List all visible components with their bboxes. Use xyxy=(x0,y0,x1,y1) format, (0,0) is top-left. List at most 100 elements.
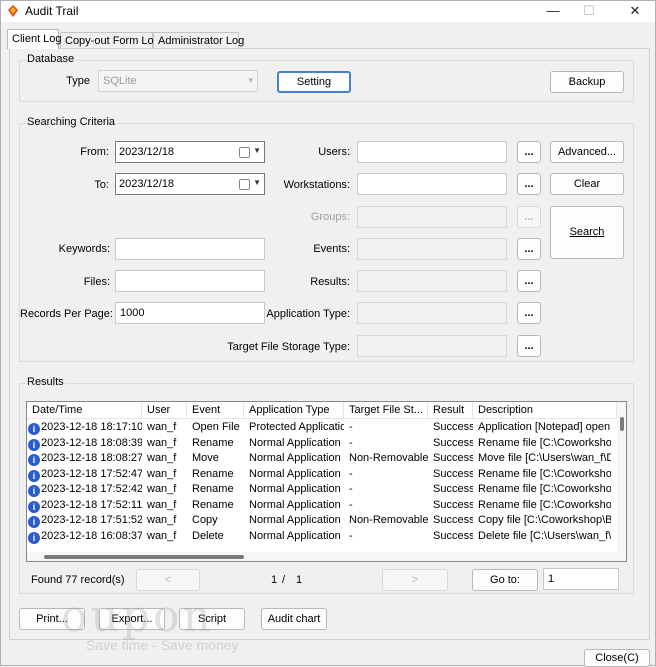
column-header-target-file-storage[interactable]: Target File St... xyxy=(344,402,428,419)
table-cell: Normal Application xyxy=(244,467,344,482)
scroll-thumb[interactable] xyxy=(44,555,244,559)
cell-text: Copy xyxy=(192,514,218,526)
table-row[interactable]: i 2023-12-18 17:52:11 wan_f Rename Normal Ap… xyxy=(27,498,611,514)
close-button[interactable]: Close(C) xyxy=(584,649,650,667)
table-cell: Non-Removable ... xyxy=(344,451,428,466)
print-button[interactable]: Print... xyxy=(19,608,85,630)
advanced-button[interactable]: Advanced... xyxy=(550,141,624,163)
table-cell: i 2023-12-18 17:52:47 xyxy=(27,467,142,482)
cell-text: wan_f xyxy=(147,483,177,495)
table-row[interactable]: i 2023-12-18 16:08:37 wan_f Delete Normal Ap… xyxy=(27,529,611,545)
table-cell: Rename file [C:\Coworkshop\ xyxy=(473,482,611,497)
groups-browse-button[interactable]: ... xyxy=(517,206,541,228)
target-file-storage-type-input[interactable] xyxy=(357,335,507,357)
found-records-text: Found 77 record(s) xyxy=(31,574,125,586)
table-row[interactable]: i 2023-12-18 17:51:52 wan_f Copy Normal Appl… xyxy=(27,513,611,529)
next-page-button[interactable]: > xyxy=(382,569,448,591)
table-cell: i 2023-12-18 17:51:52 xyxy=(27,513,142,528)
previous-page-button[interactable]: < xyxy=(136,569,200,591)
application-type-browse-button[interactable]: ... xyxy=(517,302,541,324)
cell-text: Success xyxy=(433,498,473,511)
table-row[interactable]: i 2023-12-18 18:17:10 wan_f Open File Protec… xyxy=(27,420,611,436)
total-pages: 1 xyxy=(296,574,303,586)
cell-text: wan_f xyxy=(147,498,177,511)
cell-text: Normal Application xyxy=(249,514,341,526)
database-group-label: Database xyxy=(26,53,76,65)
export-button[interactable]: Export... xyxy=(99,608,165,630)
table-row[interactable]: i 2023-12-18 18:08:27 wan_f Move Normal Appl… xyxy=(27,451,611,467)
search-button[interactable]: Search xyxy=(550,206,624,259)
close-window-button[interactable]: ✕ xyxy=(615,1,655,22)
column-header-event[interactable]: Event xyxy=(187,402,244,419)
vertical-scrollbar[interactable] xyxy=(617,402,626,561)
groups-input[interactable] xyxy=(357,206,507,228)
table-cell: Rename file [C:\Coworkshop\ xyxy=(473,498,611,513)
table-cell: Normal Application xyxy=(244,498,344,513)
column-header-user[interactable]: User xyxy=(142,402,187,419)
minimize-button[interactable]: — xyxy=(533,1,573,22)
cell-text: 2023-12-18 16:08:37 xyxy=(41,529,142,542)
table-row[interactable]: i 2023-12-18 17:52:42 wan_f Rename Normal Ap… xyxy=(27,482,611,498)
cell-text: Normal Application xyxy=(249,498,341,511)
table-cell: Success xyxy=(428,467,473,482)
go-to-page-input[interactable] xyxy=(543,568,619,590)
column-header-application-type[interactable]: Application Type xyxy=(244,402,344,419)
info-icon: i xyxy=(28,423,40,435)
table-cell: Non-Removable ... xyxy=(344,513,428,528)
users-browse-button[interactable]: ... xyxy=(517,141,541,163)
table-row[interactable]: i 2023-12-18 17:52:47 wan_f Rename Normal Ap… xyxy=(27,467,611,483)
results-browse-button[interactable]: ... xyxy=(517,270,541,292)
table-cell: Open File xyxy=(187,420,244,435)
table-cell: Success xyxy=(428,436,473,451)
table-cell: - xyxy=(344,467,428,482)
events-browse-button[interactable]: ... xyxy=(517,238,541,260)
column-header-result[interactable]: Result xyxy=(428,402,473,419)
tab-client-log[interactable]: Client Log xyxy=(7,29,62,49)
audit-chart-button[interactable]: Audit chart xyxy=(261,608,327,630)
clear-button[interactable]: Clear xyxy=(550,173,624,195)
workstations-label: Workstations: xyxy=(283,179,350,191)
table-cell: Rename file [C:\Coworkshop\ xyxy=(473,467,611,482)
cell-text: wan_f xyxy=(147,452,177,464)
cell-text: - xyxy=(349,529,353,542)
go-to-page-value[interactable] xyxy=(544,569,618,589)
cell-text: wan_f xyxy=(147,514,177,526)
results-input[interactable] xyxy=(357,270,507,292)
table-cell: i 2023-12-18 16:08:37 xyxy=(27,529,142,544)
to-date-value: 2023/12/18 xyxy=(119,178,175,190)
application-type-input[interactable] xyxy=(357,302,507,324)
column-header-description[interactable]: Description xyxy=(473,402,617,419)
maximize-button[interactable]: ☐ xyxy=(569,1,609,22)
cell-text: Rename file [C:\Coworkshop\ xyxy=(478,436,611,449)
current-page: 1 xyxy=(271,574,278,586)
events-input[interactable] xyxy=(357,238,507,260)
tab-administrator-log[interactable]: Administrator Log xyxy=(153,32,244,49)
setting-button[interactable]: Setting xyxy=(277,71,351,93)
results-group-label: Results xyxy=(26,376,65,388)
table-cell: Success xyxy=(428,498,473,513)
table-cell: - xyxy=(344,420,428,435)
backup-button[interactable]: Backup xyxy=(550,71,624,93)
files-label: Files: xyxy=(83,276,110,288)
cell-text: 2023-12-18 18:17:10 xyxy=(41,421,142,433)
type-select[interactable]: SQLite ▾ xyxy=(98,70,258,92)
tab-copy-out-form-log[interactable]: Copy-out Form Log xyxy=(60,32,160,49)
cell-text: Delete xyxy=(192,529,224,542)
results-table[interactable]: Date/Time User Event Application Type Ta… xyxy=(26,401,627,562)
scroll-thumb[interactable] xyxy=(620,417,624,431)
script-button[interactable]: Script xyxy=(179,608,245,630)
go-to-button[interactable]: Go to: xyxy=(472,569,538,591)
table-cell: Success xyxy=(428,482,473,497)
table-cell: Success xyxy=(428,513,473,528)
column-header-date-time[interactable]: Date/Time xyxy=(27,402,142,419)
info-icon: i xyxy=(28,469,40,482)
workstations-browse-button[interactable]: ... xyxy=(517,173,541,195)
horizontal-scrollbar[interactable] xyxy=(27,552,617,561)
workstations-input[interactable] xyxy=(357,173,507,195)
table-row[interactable]: i 2023-12-18 18:08:39 wan_f Rename Normal Ap… xyxy=(27,436,611,452)
cell-text: Normal Application xyxy=(249,529,341,542)
users-input[interactable] xyxy=(357,141,507,163)
table-cell: Success xyxy=(428,529,473,544)
cell-text: Rename xyxy=(192,436,234,449)
target-file-storage-type-browse-button[interactable]: ... xyxy=(517,335,541,357)
